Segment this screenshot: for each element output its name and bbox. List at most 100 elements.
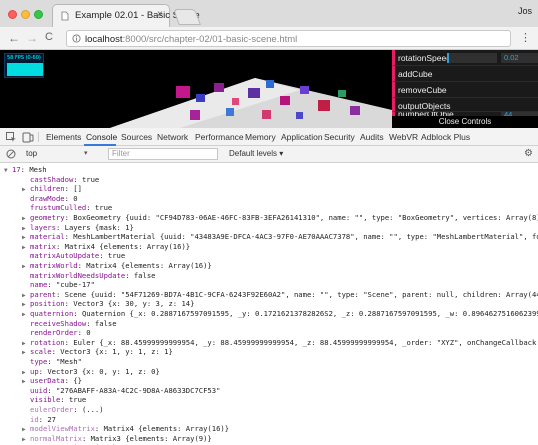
property-separator: : [94, 424, 104, 434]
console-line[interactable]: ▶ position: Vector3 {x: 30, y: 3, z: 14} [22, 299, 194, 309]
property-key: parent [30, 289, 56, 299]
property-key: scale [30, 347, 52, 357]
tab-webvr[interactable]: WebVR [389, 132, 418, 142]
property-value: true [81, 174, 100, 184]
console-line: eulerOrder: (...) [22, 405, 104, 415]
property-value: Matrix4 {elements: Array(16)} [86, 261, 212, 270]
property-value: Vector3 {x: 30, y: 3, z: 14} [73, 299, 195, 309]
console-line[interactable]: ▶ matrixWorld: Matrix4 {elements: Array(1… [22, 261, 212, 271]
property-value: Euler {_x: 88.45999999999954, _y: 88.459… [73, 337, 538, 347]
property-key: frustumCulled [30, 203, 87, 213]
control-remove-cube[interactable]: removeCube [392, 82, 538, 98]
tab-elements[interactable]: Elements [46, 132, 81, 142]
control-label: addCube [398, 69, 433, 79]
tab-sources[interactable]: Sources [121, 132, 152, 142]
control-rotation-speed[interactable]: rotationSpeed 0.02 [392, 50, 538, 66]
back-arrow-icon[interactable]: ← [8, 31, 20, 45]
rotation-speed-value[interactable]: 0.02 [501, 53, 538, 63]
inspect-element-icon[interactable] [5, 131, 17, 143]
expand-down-icon[interactable]: ▼ [4, 166, 12, 176]
rotation-speed-slider[interactable] [447, 53, 497, 63]
console-line[interactable]: ▶ geometry: BoxGeometry {uuid: "CF94D783-… [22, 213, 538, 223]
forward-arrow-icon[interactable]: → [26, 31, 38, 45]
console-line: name: "cube-17" [22, 280, 95, 290]
tab-console[interactable]: Console [86, 132, 117, 142]
property-value: {} [73, 376, 82, 386]
filter-input[interactable]: Filter [108, 148, 218, 160]
tab-memory[interactable]: Memory [245, 132, 276, 142]
property-value: false [94, 318, 117, 328]
context-selector[interactable]: top ▾ [26, 149, 92, 160]
console-line[interactable]: ▶ material: MeshLambertMaterial {uuid: "4… [22, 232, 538, 242]
control-add-cube[interactable]: addCube [392, 66, 538, 82]
property-key: matrixWorld [30, 261, 78, 270]
property-separator: : [64, 232, 74, 242]
gear-icon[interactable]: ⚙ [524, 148, 533, 159]
property-separator: : [55, 289, 65, 299]
property-value: (...) [81, 405, 104, 414]
console-line: id: 27 [22, 415, 56, 425]
property-key: modelViewMatrix [30, 424, 95, 434]
property-separator: : [73, 174, 82, 184]
device-toolbar-icon[interactable] [22, 131, 34, 143]
control-label: outputObjects [398, 101, 451, 111]
console-line[interactable]: ▶ rotation: Euler {_x: 88.45999999999954,… [22, 338, 538, 348]
console-line[interactable]: ▶ normalMatrix: Matrix3 {elements: Array(… [22, 434, 212, 444]
tab-network[interactable]: Network [157, 132, 188, 142]
tab-close-icon[interactable]: × [157, 9, 163, 20]
property-value: Matrix3 {elements: Array(9)} [90, 433, 212, 443]
console-line: receiveShadow: false [22, 319, 117, 329]
console-line[interactable]: ▶ layers: Layers {mask: 1} [22, 223, 134, 233]
maximize-window-button[interactable] [34, 10, 43, 19]
slider-fill [447, 53, 449, 63]
property-value: 0 [86, 328, 91, 338]
page-icon [61, 11, 69, 21]
devtools-tab-bar: Elements Console Sources Network Perform… [0, 128, 538, 146]
tab-audits[interactable]: Audits [360, 132, 384, 142]
property-value: Matrix4 {elements: Array(16)} [64, 241, 191, 251]
close-controls-button[interactable]: Close Controls [392, 116, 538, 128]
url-input[interactable]: localhost:8000/src/chapter-02/01-basic-s… [66, 30, 511, 47]
tab-security[interactable]: Security [324, 132, 355, 142]
property-value: BoxGeometry {uuid: "CF94D783-06AE-46FC-8… [73, 213, 538, 222]
clear-console-icon[interactable] [6, 149, 16, 159]
tab-adblock-plus[interactable]: Adblock Plus [421, 132, 470, 142]
console-line[interactable]: ▶ userData: {} [22, 376, 82, 386]
property-separator: : [73, 309, 82, 318]
browser-tab[interactable]: Example 02.01 - Basic Scene × [52, 4, 200, 27]
property-key: visible [30, 395, 61, 405]
console-line[interactable]: ▶ scale: Vector3 {x: 1, y: 1, z: 1} [22, 347, 173, 357]
property-value: Vector3 {x: 0, y: 1, z: 0} [47, 366, 160, 376]
property-separator: : [64, 193, 74, 203]
property-value: 0 [73, 193, 78, 203]
minimize-window-button[interactable] [21, 10, 30, 19]
log-levels-dropdown[interactable]: Default levels ▾ [229, 149, 283, 158]
property-key: eulerOrder [30, 405, 74, 414]
property-key: layers [30, 222, 56, 232]
property-key: position [30, 299, 65, 309]
browser-menu-icon[interactable]: ⋮ [520, 31, 531, 44]
console-line[interactable]: ▶ quaternion: Quaternion {_x: 0.288716759… [22, 309, 538, 319]
console-output[interactable]: ▼ 17: Mesh castShadow: true ▶ children: [] dr… [0, 163, 538, 445]
console-line[interactable]: ▶ parent: Scene {uuid: "54F71269-BD7A-4B1… [22, 290, 538, 300]
property-value: Layers {mask: 1} [64, 222, 134, 232]
console-line[interactable]: ▼ 17: Mesh [4, 165, 47, 175]
control-output-objects[interactable]: outputObjects [392, 98, 538, 112]
console-line[interactable]: ▶ children: [] [22, 184, 82, 194]
fps-stats-panel[interactable]: 58 FPS (0-60) [4, 53, 44, 78]
url-path: :8000/src/chapter-02/01-basic-scene.html [122, 34, 298, 45]
console-line[interactable]: ▶ up: Vector3 {x: 0, y: 1, z: 0} [22, 367, 160, 377]
tab-application[interactable]: Application [281, 132, 323, 142]
property-value: Mesh [29, 165, 47, 174]
property-key: rotation [30, 337, 65, 347]
tab-performance[interactable]: Performance [195, 132, 244, 142]
property-separator: : [38, 414, 48, 424]
property-separator: : [81, 433, 91, 443]
console-line[interactable]: ▶ matrix: Matrix4 {elements: Array(16)} [22, 242, 190, 252]
console-line[interactable]: ▶ modelViewMatrix: Matrix4 {elements: Arr… [22, 424, 229, 434]
reload-icon[interactable]: C [45, 31, 53, 43]
profile-name[interactable]: Jos [518, 6, 532, 16]
property-key: matrixWorldNeedsUpdate [30, 270, 126, 280]
close-window-button[interactable] [8, 10, 17, 19]
property-key: matrixAutoUpdate [30, 251, 100, 261]
